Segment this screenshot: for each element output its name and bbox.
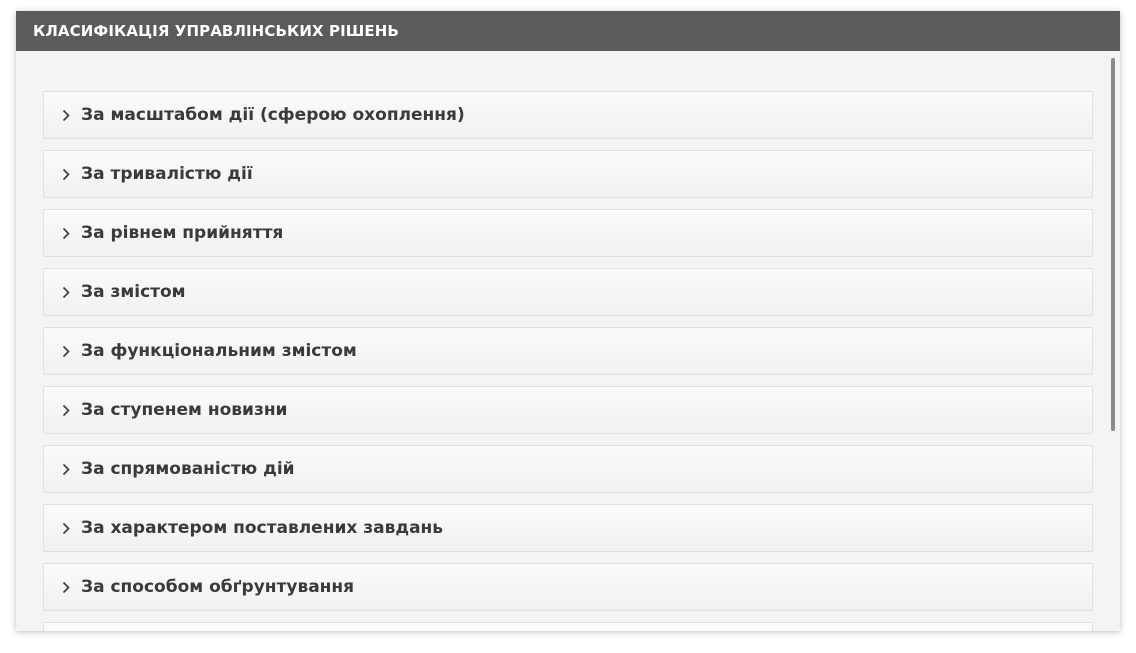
accordion-item-label: За ступенем новизни — [81, 400, 288, 420]
panel-body: За масштабом дії (сферою охоплення) За т… — [16, 51, 1120, 631]
vertical-scrollbar[interactable] — [1111, 58, 1115, 431]
accordion-item-label: За масштабом дії (сферою охоплення) — [81, 105, 465, 125]
accordion-item-scale[interactable]: За масштабом дії (сферою охоплення) — [43, 91, 1093, 139]
accordion-item-partial[interactable] — [43, 622, 1093, 631]
accordion-item-functional-content[interactable]: За функціональним змістом — [43, 327, 1093, 375]
accordion-item-label: За змістом — [81, 282, 186, 302]
chevron-right-icon — [60, 108, 72, 122]
accordion-item-label: За спрямованістю дій — [81, 459, 295, 479]
chevron-right-icon — [60, 521, 72, 535]
chevron-right-icon — [60, 580, 72, 594]
accordion-item-justification[interactable]: За способом обґрунтування — [43, 563, 1093, 611]
chevron-right-icon — [60, 462, 72, 476]
panel-title: КЛАСИФІКАЦІЯ УПРАВЛІНСЬКИХ РІШЕНЬ — [16, 11, 1120, 51]
accordion-item-novelty[interactable]: За ступенем новизни — [43, 386, 1093, 434]
accordion-item-label: За рівнем прийняття — [81, 223, 284, 243]
accordion-item-task-nature[interactable]: За характером поставлених завдань — [43, 504, 1093, 552]
accordion-item-label: За тривалістю дії — [81, 164, 253, 184]
accordion-item-duration[interactable]: За тривалістю дії — [43, 150, 1093, 198]
accordion: За масштабом дії (сферою охоплення) За т… — [43, 91, 1093, 631]
chevron-right-icon — [60, 403, 72, 417]
accordion-item-content[interactable]: За змістом — [43, 268, 1093, 316]
accordion-item-label: За характером поставлених завдань — [81, 518, 444, 538]
chevron-right-icon — [60, 226, 72, 240]
chevron-right-icon — [60, 285, 72, 299]
accordion-item-label: За функціональним змістом — [81, 341, 357, 361]
chevron-right-icon — [60, 167, 72, 181]
classification-panel: КЛАСИФІКАЦІЯ УПРАВЛІНСЬКИХ РІШЕНЬ За мас… — [16, 11, 1120, 631]
accordion-item-label: За способом обґрунтування — [81, 577, 355, 597]
chevron-right-icon — [60, 344, 72, 358]
accordion-item-level[interactable]: За рівнем прийняття — [43, 209, 1093, 257]
accordion-item-direction[interactable]: За спрямованістю дій — [43, 445, 1093, 493]
